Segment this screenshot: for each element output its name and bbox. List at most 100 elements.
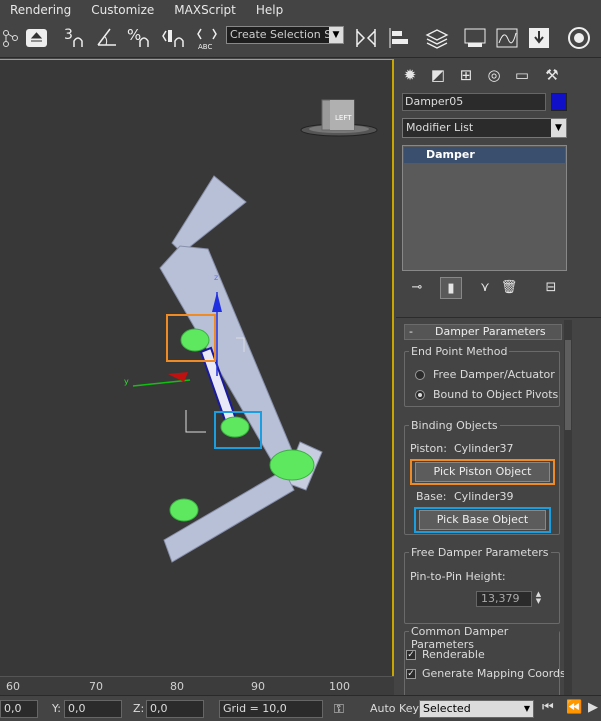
pick-base-object-button[interactable]: Pick Base Object — [419, 510, 546, 530]
radio-label: Bound to Object Pivots — [433, 388, 559, 401]
create-icon[interactable]: ✹ — [400, 65, 420, 85]
collapse-icon: - — [409, 325, 413, 338]
snap-3d-icon[interactable]: 3 — [62, 25, 90, 51]
motion-icon[interactable]: ◎ — [484, 65, 504, 85]
base-value: Cylinder39 — [454, 490, 514, 503]
viewport-scene[interactable]: LEFT z y — [0, 60, 394, 676]
chevron-down-icon: ▼ — [329, 27, 343, 43]
end-point-method-group: End Point Method Free Damper/Actuator Bo… — [404, 345, 560, 407]
chevron-down-icon: ▼ — [523, 704, 530, 713]
ruler-label: 70 — [89, 680, 103, 693]
command-panel: ✹ ◩ ⊞ ◎ ▭ ⚒ Damper05 Modifier List ▼ Dam… — [396, 59, 601, 695]
grid-size-field: Grid = 10,0 — [219, 700, 323, 718]
object-color-swatch[interactable] — [551, 93, 567, 111]
radio-button[interactable] — [415, 369, 425, 380]
key-filter-dropdown[interactable]: Selected ▼ — [419, 700, 534, 718]
generate-mapping-coords-row[interactable]: ✓ Generate Mapping Coords — [406, 667, 566, 680]
modify-icon[interactable]: ◩ — [428, 65, 448, 85]
stack-item-damper[interactable]: Damper — [404, 147, 565, 163]
piston-value: Cylinder37 — [454, 442, 514, 455]
key-filter-value: Selected — [423, 702, 471, 715]
ruler-label: 80 — [170, 680, 184, 693]
material-editor-icon[interactable] — [526, 25, 552, 51]
chevron-down-icon: ▼ — [551, 119, 566, 137]
z-label: Z: — [133, 702, 145, 715]
rollout-scrollbar[interactable] — [564, 320, 572, 695]
common-damper-parameters-group: Common Damper Parameters — [404, 625, 560, 695]
percent-snap-icon[interactable]: % — [126, 25, 154, 51]
angle-snap-icon[interactable] — [94, 25, 122, 51]
joint-cylinder[interactable] — [269, 449, 315, 481]
import-icon[interactable] — [24, 25, 50, 51]
render-icon[interactable] — [566, 25, 592, 51]
hierarchy-icon[interactable]: ⊞ — [456, 65, 476, 85]
piston-label: Piston: — [410, 442, 447, 455]
radio-button[interactable] — [415, 389, 425, 400]
edit-named-selection-icon[interactable]: ABC — [195, 25, 221, 51]
radio-bound-to-pivots[interactable]: Bound to Object Pivots — [415, 388, 558, 401]
modifier-stack[interactable]: Damper — [402, 145, 567, 271]
z-axis-label: z — [214, 273, 218, 282]
pick-piston-object-button[interactable]: Pick Piston Object — [415, 462, 550, 482]
end-cylinder[interactable] — [169, 498, 199, 522]
checkmark-icon[interactable]: ✓ — [406, 668, 416, 679]
damper-parameters-rollout-header[interactable]: - Damper Parameters — [404, 324, 562, 340]
svg-text:ABC: ABC — [198, 43, 212, 51]
pin-to-pin-height-spinner[interactable]: ▲ ▼ — [533, 591, 544, 607]
menu-maxscript[interactable]: MAXScript — [164, 0, 246, 20]
z-coordinate-field[interactable]: 0,0 — [146, 700, 204, 718]
y-label: Y: — [52, 702, 61, 715]
object-name-field[interactable]: Damper05 — [402, 93, 546, 111]
named-selection-set-dropdown[interactable]: Create Selection Se ▼ — [226, 26, 344, 44]
viewcube[interactable]: LEFT — [300, 99, 378, 137]
named-selection-set-value: Create Selection Se — [230, 28, 338, 41]
show-end-result-icon[interactable]: ▮ — [440, 277, 462, 299]
viewport-left[interactable]: LEFT z y — [0, 59, 394, 676]
checkmark-icon[interactable]: ✓ — [406, 649, 416, 660]
rollout-area: - Damper Parameters End Point Method Fre… — [396, 317, 601, 695]
menu-help[interactable]: Help — [246, 0, 293, 20]
make-unique-icon[interactable]: ⋎ — [474, 277, 496, 299]
utilities-icon[interactable]: ⚒ — [542, 65, 562, 85]
link-icon[interactable] — [0, 25, 20, 51]
layer-manager-icon[interactable] — [424, 25, 450, 51]
group-title: Free Damper Parameters — [409, 546, 551, 559]
main-toolbar: 3 % ABC Create Selection Se ▼ — [0, 20, 601, 58]
schematic-view-icon[interactable] — [462, 25, 488, 51]
y-axis-label: y — [124, 377, 129, 386]
pin-stack-icon[interactable]: ⊸ — [406, 277, 428, 299]
upper-arm-segment[interactable] — [171, 175, 247, 254]
radio-free-damper[interactable]: Free Damper/Actuator — [415, 368, 555, 381]
piston-cylinder[interactable] — [180, 328, 210, 352]
menu-bar: Rendering Customize MAXScript Help — [0, 0, 601, 20]
free-damper-parameters-group: Free Damper Parameters — [404, 546, 560, 624]
renderable-checkbox-row[interactable]: ✓ Renderable — [406, 648, 485, 661]
previous-frame-icon[interactable]: ⏪ — [566, 700, 582, 715]
display-icon[interactable]: ▭ — [512, 65, 532, 85]
svg-text:%: % — [127, 26, 141, 44]
curve-editor-icon[interactable] — [494, 25, 520, 51]
spinner-snap-icon[interactable] — [160, 25, 190, 51]
menu-customize[interactable]: Customize — [81, 0, 164, 20]
configure-modifier-sets-icon[interactable]: ⊟ — [540, 277, 562, 299]
align-icon[interactable] — [386, 25, 412, 51]
base-cylinder[interactable] — [220, 416, 250, 438]
menu-rendering[interactable]: Rendering — [0, 0, 81, 20]
viewcube-label: LEFT — [335, 114, 352, 122]
modifier-list-label: Modifier List — [406, 121, 474, 134]
mirror-icon[interactable] — [353, 25, 379, 51]
goto-start-icon[interactable]: ⏮ — [542, 700, 554, 715]
x-coordinate-field[interactable]: 0,0 — [0, 700, 38, 718]
scroll-thumb[interactable] — [565, 340, 571, 430]
base-label: Base: — [416, 490, 447, 503]
time-ruler[interactable]: 60 70 80 90 100 — [0, 676, 394, 695]
auto-key-button[interactable]: Auto Key — [370, 702, 419, 715]
modifier-list-dropdown[interactable]: Modifier List ▼ — [402, 118, 567, 138]
rollout-title: Damper Parameters — [435, 325, 546, 338]
y-coordinate-field[interactable]: 0,0 — [64, 700, 122, 718]
group-title: Binding Objects — [409, 419, 500, 432]
remove-modifier-icon[interactable]: 🗑 — [498, 277, 520, 299]
key-icon[interactable]: ⚿ — [334, 702, 344, 717]
pin-to-pin-height-input[interactable]: 13,379 — [476, 591, 532, 607]
play-icon[interactable]: ▶ — [588, 700, 598, 715]
